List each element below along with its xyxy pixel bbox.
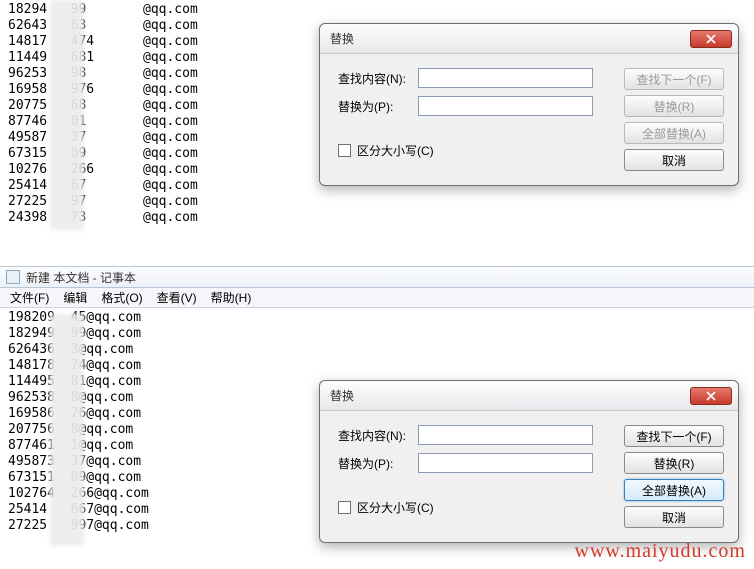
text-row: 27225 97@qq.com — [8, 194, 746, 210]
notepad-titlebar: 新建 本文档 - 记事本 — [0, 266, 754, 288]
replace-input[interactable] — [418, 453, 593, 473]
blur-overlay-bottom — [50, 314, 84, 546]
find-input[interactable] — [418, 68, 593, 88]
menu-edit[interactable]: 编辑 — [57, 287, 93, 308]
replace-dialog-bottom: 替换 查找内容(N): 替换为(P): 区分大小写(C) 查找下一个(F) 替换… — [319, 380, 739, 543]
replace-label: 替换为(P): — [338, 455, 418, 472]
notepad-icon — [6, 270, 20, 284]
menu-file[interactable]: 文件(F) — [4, 287, 55, 308]
text-row: 24398 73@qq.com — [8, 210, 746, 226]
close-icon — [706, 391, 716, 401]
text-row: 198209 45@qq.com — [8, 310, 746, 326]
match-case-checkbox[interactable] — [338, 501, 351, 514]
cancel-button[interactable]: 取消 — [624, 506, 724, 528]
menu-format[interactable]: 格式(O) — [95, 287, 148, 308]
replace-all-button[interactable]: 全部替换(A) — [624, 479, 724, 501]
find-label: 查找内容(N): — [338, 427, 418, 444]
find-label: 查找内容(N): — [338, 70, 418, 87]
text-row: 148178 74@qq.com — [8, 358, 746, 374]
replace-input[interactable] — [418, 96, 593, 116]
find-input[interactable] — [418, 425, 593, 445]
close-icon — [706, 34, 716, 44]
find-next-button[interactable]: 查找下一个(F) — [624, 68, 724, 90]
match-case-label: 区分大小写(C) — [357, 142, 434, 159]
dialog-title: 替换 — [330, 387, 690, 404]
menu-help[interactable]: 帮助(H) — [205, 287, 258, 308]
find-next-button[interactable]: 查找下一个(F) — [624, 425, 724, 447]
text-row: 18294 99@qq.com — [8, 2, 746, 18]
dialog-title: 替换 — [330, 30, 690, 47]
dialog-titlebar[interactable]: 替换 — [320, 381, 738, 411]
close-button[interactable] — [690, 30, 732, 48]
close-button[interactable] — [690, 387, 732, 405]
notepad-title: 新建 本文档 - 记事本 — [26, 269, 136, 286]
text-row: 626436 3@qq.com — [8, 342, 746, 358]
watermark: www.maiyudu.com — [575, 540, 746, 563]
replace-label: 替换为(P): — [338, 98, 418, 115]
blur-overlay-top — [50, 0, 84, 230]
menu-view[interactable]: 查看(V) — [151, 287, 203, 308]
replace-button[interactable]: 替换(R) — [624, 95, 724, 117]
match-case-checkbox[interactable] — [338, 144, 351, 157]
menubar: 文件(F) 编辑 格式(O) 查看(V) 帮助(H) — [0, 288, 754, 308]
match-case-label: 区分大小写(C) — [357, 499, 434, 516]
dialog-titlebar[interactable]: 替换 — [320, 24, 738, 54]
text-row: 182949 99@qq.com — [8, 326, 746, 342]
replace-dialog-top: 替换 查找内容(N): 替换为(P): 区分大小写(C) 查找下一个(F) 替换… — [319, 23, 739, 186]
replace-all-button[interactable]: 全部替换(A) — [624, 122, 724, 144]
cancel-button[interactable]: 取消 — [624, 149, 724, 171]
replace-button[interactable]: 替换(R) — [624, 452, 724, 474]
